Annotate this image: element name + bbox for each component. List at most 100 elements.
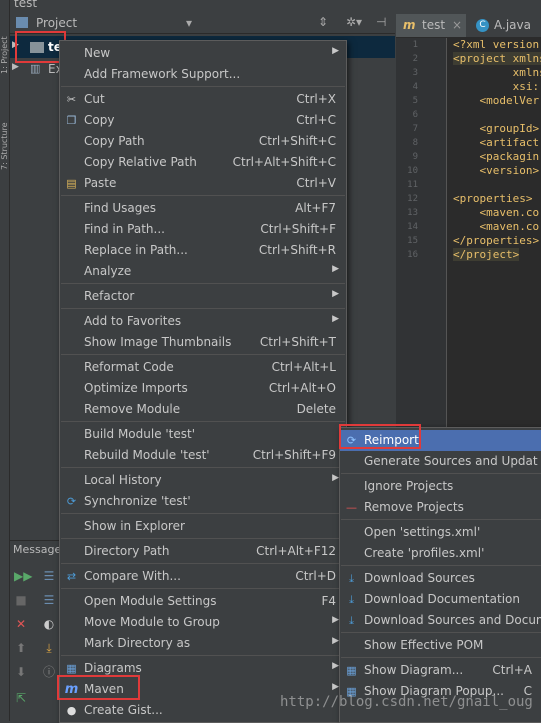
menu-item-show-effective-pom[interactable]: Show Effective POM [340,635,541,656]
rerun-icon[interactable]: ▶▶ [14,569,32,583]
menu-item-download-sources-and-docum[interactable]: ⤓ Download Sources and Docum [340,610,541,631]
menu-item-ignore-projects[interactable]: Ignore Projects [340,476,541,497]
menu-item-copy-path[interactable]: Copy Path Ctrl+Shift+C [60,131,346,152]
download-icon[interactable]: ⤓ [42,641,56,655]
menu-item-show-diagram[interactable]: ▦ Show Diagram... Ctrl+A [340,660,541,681]
warning-filter-icon[interactable]: ◐ [42,617,56,631]
close-icon[interactable]: × [452,14,462,37]
menu-separator [61,308,345,309]
menu-item-analyze[interactable]: Analyze ▶ [60,261,346,282]
menu-item-generate-sources-and-updat[interactable]: Generate Sources and Updat [340,451,541,472]
annotation-box-reimport [339,424,421,449]
menu-item-label: Build Module 'test' [84,427,196,441]
diagram-icon: ▦ [346,664,357,677]
menu-item-add-to-favorites[interactable]: Add to Favorites ▶ [60,311,346,332]
structure-tool-tab[interactable]: 7: Structure [0,100,9,170]
expand-arrow-icon[interactable]: ▶ [12,62,19,72]
gear-icon[interactable]: ✲▾ [346,15,362,29]
chevron-down-icon[interactable]: ▾ [186,16,192,30]
editor-code-area[interactable]: <?xml version <project xmlns xmlns xsi: … [447,38,541,428]
info-icon[interactable]: ⓘ [42,665,56,679]
menu-item-synchronize-test[interactable]: ⟳ Synchronize 'test' [60,491,346,512]
menu-item-label: Create Gist... [84,703,163,717]
menu-item-label: Reformat Code [84,360,174,374]
project-tool-tab[interactable]: 1: Project [0,14,9,74]
left-tool-strip: 1: Project 7: Structure [0,0,10,721]
menu-item-label: Download Documentation [364,592,520,606]
project-panel-header: Project ▾ ⇕ ✲▾ ⊣ [10,14,395,34]
menu-item-label: Mark Directory as [84,636,191,650]
menu-item-label: Directory Path [84,544,170,558]
tab-pom[interactable]: m test × [396,14,466,37]
menu-separator [61,283,345,284]
menu-item-remove-projects[interactable]: — Remove Projects [340,497,541,518]
menu-item-download-sources[interactable]: ⤓ Download Sources [340,568,541,589]
menu-item-shortcut: Ctrl+X [296,92,336,106]
menu-item-build-module-test[interactable]: Build Module 'test' [60,424,346,445]
stop-icon[interactable]: ■ [14,593,28,607]
submenu-arrow-icon: ▶ [332,682,339,692]
menu-item-mark-directory-as[interactable]: Mark Directory as ▶ [60,633,346,654]
expand-icon[interactable]: ☰ [42,569,56,583]
export-icon[interactable]: ⇱ [14,691,28,705]
tab-label: test [422,18,446,32]
menu-item-replace-in-path[interactable]: Replace in Path... Ctrl+Shift+R [60,240,346,261]
menu-item-refactor[interactable]: Refactor ▶ [60,286,346,307]
menu-item-copy[interactable]: ❐ Copy Ctrl+C [60,110,346,131]
tab-java[interactable]: C A.java [472,14,541,37]
hide-panel-icon[interactable]: ⊣ [376,15,386,29]
menu-item-paste[interactable]: ▤ Paste Ctrl+V [60,173,346,194]
submenu-arrow-icon: ▶ [332,314,339,324]
menu-item-label: Add to Favorites [84,314,182,328]
menu-item-cut[interactable]: ✂ Cut Ctrl+X [60,89,346,110]
code-line: xsi: [453,80,540,93]
menu-item-label: Optimize Imports [84,381,188,395]
menu-item-add-framework-support[interactable]: Add Framework Support... [60,64,346,85]
code-line: <maven.co [453,220,540,233]
menu-item-reformat-code[interactable]: Reformat Code Ctrl+Alt+L [60,357,346,378]
menu-item-local-history[interactable]: Local History ▶ [60,470,346,491]
menu-item-find-usages[interactable]: Find Usages Alt+F7 [60,198,346,219]
menu-item-label: Move Module to Group [84,615,220,629]
menu-item-label: Refactor [84,289,135,303]
menu-item-find-in-path[interactable]: Find in Path... Ctrl+Shift+F [60,219,346,240]
down-arrow-icon[interactable]: ⬇ [14,665,28,679]
code-line: <modelVer [453,94,540,107]
download-icon: ⤓ [349,593,354,606]
menu-item-open-settings-xml[interactable]: Open 'settings.xml' [340,522,541,543]
menu-item-show-image-thumbnails[interactable]: Show Image Thumbnails Ctrl+Shift+T [60,332,346,353]
menu-item-remove-module[interactable]: Remove Module Delete [60,399,346,420]
line-number: 16 [407,250,418,260]
line-number: 10 [407,166,418,176]
collapse-icon[interactable]: ☰ [42,593,56,607]
code-line: <?xml version [453,38,540,51]
menu-item-directory-path[interactable]: Directory Path Ctrl+Alt+F12 [60,541,346,562]
menu-separator [61,421,345,422]
menu-item-shortcut: Ctrl+Alt+O [268,381,336,395]
menu-item-compare-with[interactable]: ⇄ Compare With... Ctrl+D [60,566,346,587]
menu-item-create-profiles-xml[interactable]: Create 'profiles.xml' [340,543,541,564]
window-title: test [14,0,38,10]
project-panel-title[interactable]: Project [36,16,77,30]
menu-item-label: Ignore Projects [364,479,454,493]
close-icon[interactable]: ✕ [14,617,28,631]
menu-item-new[interactable]: New ▶ [60,43,346,64]
editor-tab-bar: m test × C A.java [396,14,541,38]
menu-separator [61,86,345,87]
menu-item-optimize-imports[interactable]: Optimize Imports Ctrl+Alt+O [60,378,346,399]
menu-item-rebuild-module-test[interactable]: Rebuild Module 'test' Ctrl+Shift+F9 [60,445,346,466]
menu-item-label: Remove Module [84,402,181,416]
menu-item-label: Find in Path... [84,222,165,236]
menu-item-label: Local History [84,473,162,487]
menu-item-move-module-to-group[interactable]: Move Module to Group ▶ [60,612,346,633]
collapse-all-icon[interactable]: ⇕ [318,15,328,29]
menu-item-label: Create 'profiles.xml' [364,546,485,560]
up-arrow-icon[interactable]: ⬆ [14,641,28,655]
menu-item-label: Synchronize 'test' [84,494,191,508]
editor-gutter: 1 2 3 4 5 6 7 8 9 10 11 12 13 14 15 16 [396,38,447,428]
menu-item-open-module-settings[interactable]: Open Module Settings F4 [60,591,346,612]
menu-separator [341,657,541,658]
menu-item-copy-relative-path[interactable]: Copy Relative Path Ctrl+Alt+Shift+C [60,152,346,173]
menu-item-download-documentation[interactable]: ⤓ Download Documentation [340,589,541,610]
menu-item-show-in-explorer[interactable]: Show in Explorer [60,516,346,537]
